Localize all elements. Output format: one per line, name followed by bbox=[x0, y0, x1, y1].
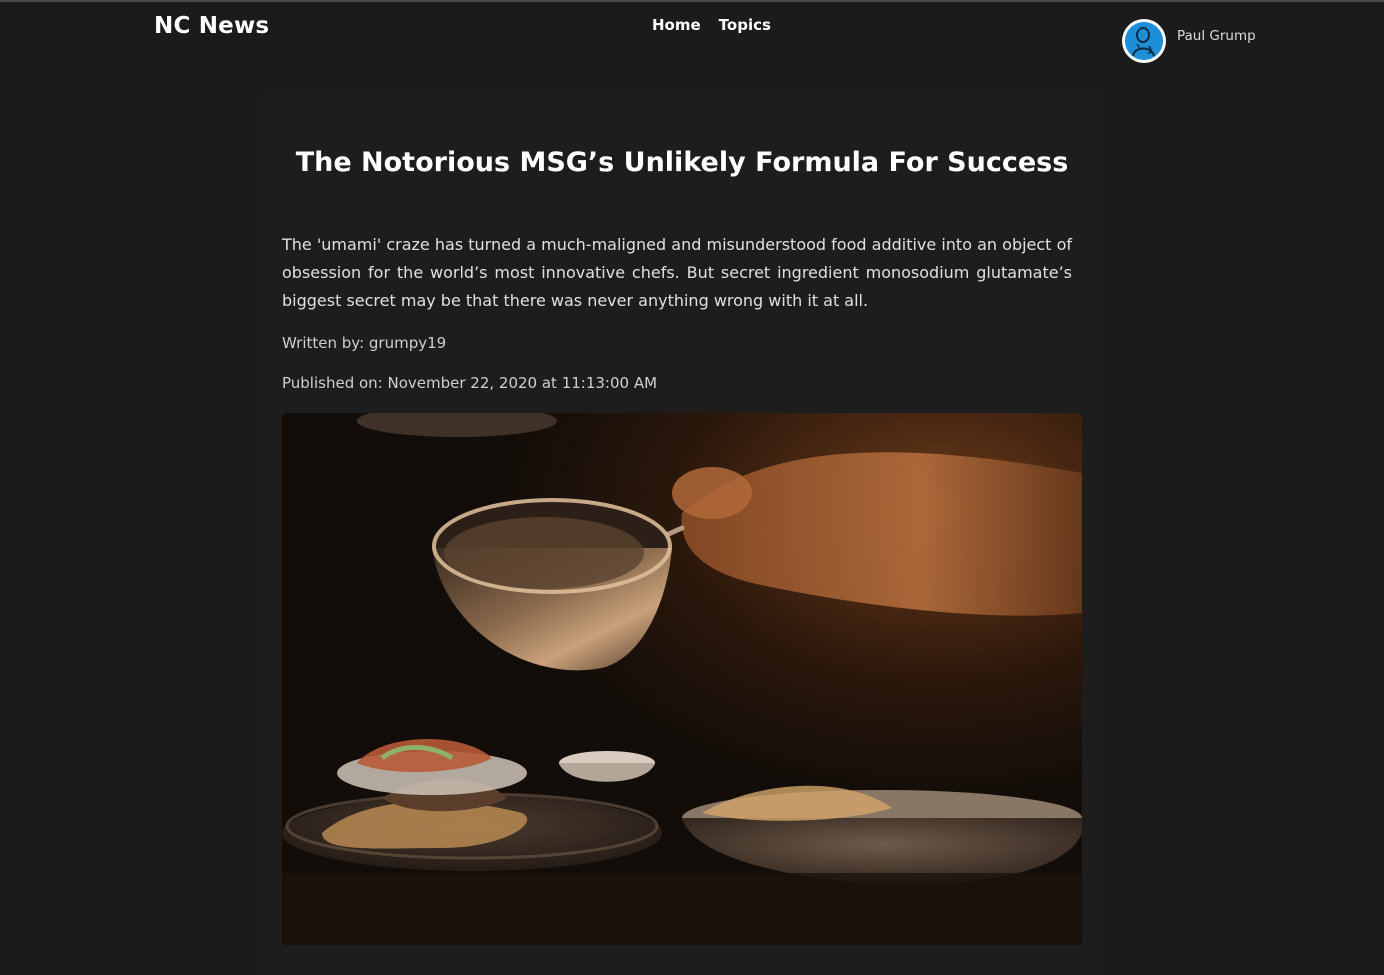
user-avatar[interactable] bbox=[1122, 19, 1166, 63]
avatar-person-icon bbox=[1125, 22, 1163, 60]
article-title: The Notorious MSG’s Unlikely Formula For… bbox=[295, 147, 1069, 178]
nav-home-link[interactable]: Home bbox=[652, 16, 701, 34]
article-published-date: Published on: November 22, 2020 at 11:13… bbox=[282, 374, 658, 392]
article-author: Written by: grumpy19 bbox=[282, 334, 447, 352]
nav-topics-link[interactable]: Topics bbox=[719, 16, 771, 34]
main-nav: Home Topics bbox=[652, 16, 771, 34]
user-profile[interactable]: Paul Grump bbox=[1122, 19, 1256, 63]
article-image bbox=[282, 413, 1082, 945]
site-logo[interactable]: NC News bbox=[154, 13, 269, 39]
user-name[interactable]: Paul Grump bbox=[1177, 28, 1256, 44]
article-body: The 'umami' craze has turned a much-mali… bbox=[282, 235, 1072, 310]
site-header: NC News Home Topics Paul Grump bbox=[0, 2, 1384, 63]
article-card: The Notorious MSG’s Unlikely Formula For… bbox=[262, 95, 1102, 975]
